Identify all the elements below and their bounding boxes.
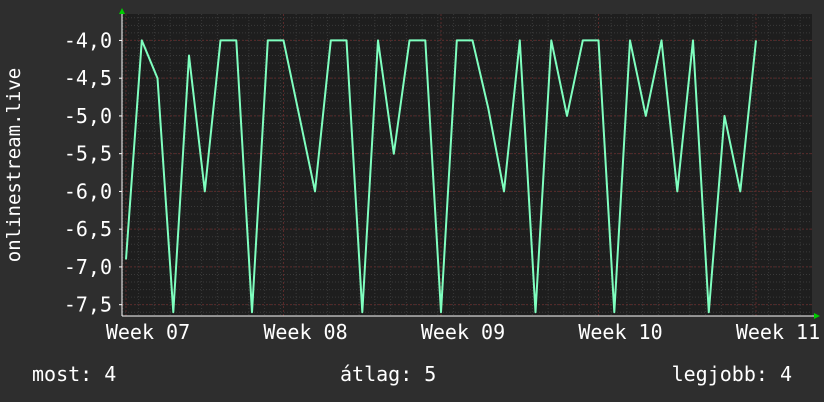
x-tick-label: Week 11	[736, 320, 820, 344]
x-tick-label: Week 09	[421, 320, 505, 344]
y-tick-label: -6,0	[64, 179, 112, 203]
y-tick-label: -4,0	[64, 28, 112, 52]
x-tick-label: Week 07	[106, 320, 190, 344]
y-tick-label: -4,5	[64, 66, 112, 90]
x-tick-label: Week 10	[578, 320, 662, 344]
footer-current-value: most: 4	[32, 362, 117, 386]
y-tick-label: -5,5	[64, 142, 112, 166]
x-tick-label: Week 08	[263, 320, 347, 344]
line-chart: -4,0 -4,5 -5,0 -5,5 -6,0 -6,5 -7,0 -7,5 Week 07…	[64, 8, 820, 344]
y-tick-label: -7,5	[64, 293, 112, 317]
x-axis-arrow-icon	[814, 313, 820, 319]
x-axis-ticks: Week 07 Week 08 Week 09 Week 10 Week 11	[106, 320, 820, 344]
y-axis-label: onlinestream.live	[3, 67, 25, 263]
footer-best-value: legjobb: 4	[671, 362, 792, 386]
y-axis-ticks: -4,0 -4,5 -5,0 -5,5 -6,0 -6,5 -7,0 -7,5	[64, 28, 122, 317]
y-tick-label: -5,0	[64, 104, 112, 128]
plot-area	[122, 14, 812, 316]
y-tick-label: -6,5	[64, 217, 112, 241]
y-tick-label: -7,0	[64, 255, 112, 279]
footer-average-value: átlag: 5	[340, 362, 437, 386]
y-axis-arrow-icon	[119, 8, 125, 14]
